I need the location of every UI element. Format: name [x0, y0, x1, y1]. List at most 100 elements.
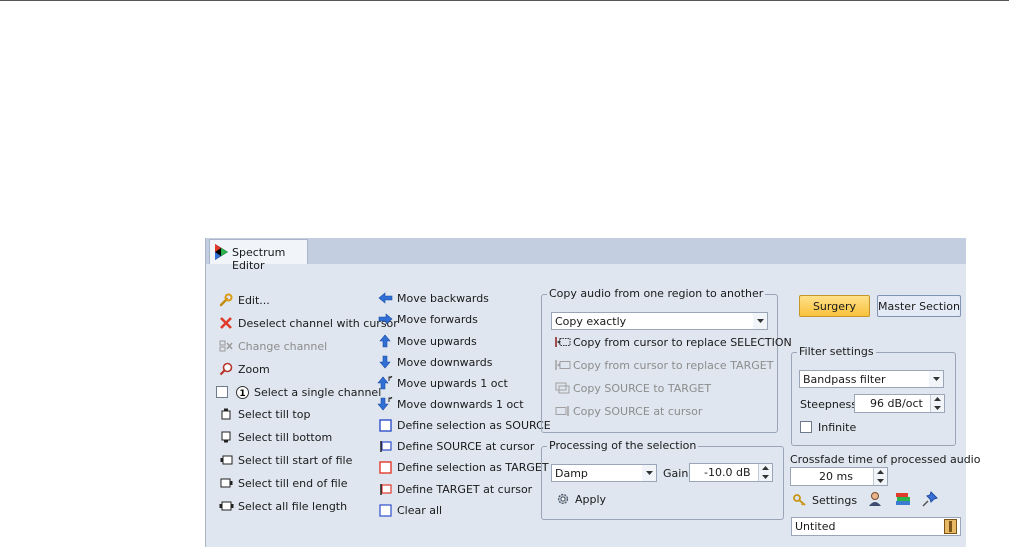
- define-source-button[interactable]: Define selection as SOURCE: [377, 416, 551, 434]
- copy-source-to-target-label: Copy SOURCE to TARGET: [573, 381, 712, 395]
- top-border: [0, 0, 1009, 1]
- spin-up-icon[interactable]: [762, 466, 769, 471]
- arrow-up-icon: [377, 333, 393, 349]
- clear-all-label: Clear all: [397, 503, 443, 517]
- user-icon[interactable]: [867, 491, 883, 510]
- select-top-label: Select till top: [238, 407, 311, 421]
- copy-source-target-icon: [555, 380, 571, 396]
- settings-label: Settings: [812, 493, 858, 507]
- processing-title: Processing of the selection: [547, 439, 699, 452]
- move-backwards-button[interactable]: Move backwards: [377, 289, 489, 307]
- spin-down-icon[interactable]: [934, 405, 941, 410]
- infinite-checkbox[interactable]: Infinite: [800, 418, 856, 436]
- filter-type-select[interactable]: Bandpass filter: [799, 370, 944, 388]
- edit-label: Edit...: [238, 293, 270, 307]
- spin-down-icon[interactable]: [877, 478, 884, 483]
- wrench-icon: [218, 292, 234, 308]
- filter-settings-title: Filter settings: [797, 345, 876, 358]
- select-till-bottom-button[interactable]: Select till bottom: [218, 428, 332, 446]
- master-section-label: Master Section: [878, 299, 960, 313]
- spectrum-editor-logo-icon: [215, 244, 228, 260]
- copy-to-selection-button[interactable]: Copy from cursor to replace SELECTION: [555, 333, 792, 351]
- select-end-label: Select till end of file: [238, 476, 348, 490]
- surgery-label: Surgery: [812, 299, 857, 313]
- change-channel-icon: [218, 338, 234, 354]
- gain-spinner-buttons[interactable]: [758, 464, 772, 481]
- spin-down-icon[interactable]: [762, 474, 769, 479]
- apply-button[interactable]: Apply: [555, 490, 606, 508]
- move-upwards-octave-button[interactable]: Move upwards 1 oct: [377, 374, 508, 392]
- move-downwards-button[interactable]: Move downwards: [377, 353, 492, 371]
- move-downwards-octave-button[interactable]: Move downwards 1 oct: [377, 395, 524, 413]
- settings-button[interactable]: Settings: [792, 491, 857, 509]
- crossfade-spinner-buttons[interactable]: [873, 468, 887, 485]
- pin-icon[interactable]: [922, 491, 938, 510]
- select-bottom-label: Select till bottom: [238, 430, 333, 444]
- crossfade-spinner[interactable]: 20 ms: [790, 467, 888, 486]
- arrow-down-icon: [377, 354, 393, 370]
- processing-mode-select[interactable]: Damp: [551, 464, 657, 482]
- spin-up-icon[interactable]: [877, 470, 884, 475]
- edit-button[interactable]: Edit...: [218, 291, 270, 309]
- spectrum-editor-panel: Spectrum Editor Edit... Deselect channel…: [205, 238, 980, 547]
- change-channel-button[interactable]: Change channel: [218, 337, 327, 355]
- move-forwards-button[interactable]: Move forwards: [377, 310, 478, 328]
- spin-up-icon[interactable]: [934, 397, 941, 402]
- move-upwards-octave-label: Move upwards 1 oct: [397, 376, 508, 390]
- target-region-icon: [377, 459, 393, 475]
- source-region-icon: [377, 417, 393, 433]
- define-source-cursor-label: Define SOURCE at cursor: [397, 439, 535, 453]
- crossfade-label: Crossfade time of processed audio: [790, 453, 981, 466]
- select-till-start-button[interactable]: Select till start of file: [218, 451, 352, 469]
- books-icon[interactable]: [895, 491, 911, 510]
- move-upwards-button[interactable]: Move upwards: [377, 332, 477, 350]
- move-backwards-label: Move backwards: [397, 291, 489, 305]
- gain-label: Gain: [663, 467, 689, 480]
- zoom-button[interactable]: Zoom: [218, 360, 270, 378]
- copy-mode-select[interactable]: Copy exactly: [551, 312, 768, 330]
- move-upwards-label: Move upwards: [397, 334, 477, 348]
- crossfade-value: 20 ms: [819, 470, 853, 483]
- cog-icon: [555, 491, 571, 507]
- gain-spinner[interactable]: -10.0 dB: [689, 463, 773, 482]
- copy-source-to-target-button[interactable]: Copy SOURCE to TARGET: [555, 379, 711, 397]
- define-source-cursor-button[interactable]: Define SOURCE at cursor: [377, 437, 534, 455]
- deselect-channel-button[interactable]: Deselect channel with cursor: [218, 314, 398, 332]
- steepness-spinner-buttons[interactable]: [930, 395, 944, 412]
- chevron-down-icon: [929, 371, 943, 387]
- filter-settings-group: Filter settings Bandpass filter Steepnes…: [791, 345, 956, 446]
- tab-strip: Spectrum Editor: [206, 238, 966, 272]
- copy-mode-value: Copy exactly: [555, 315, 627, 328]
- select-all-length-button[interactable]: Select all file length: [218, 497, 347, 515]
- define-target-button[interactable]: Define selection as TARGET: [377, 458, 549, 476]
- surgery-button[interactable]: Surgery: [799, 295, 870, 317]
- define-target-cursor-button[interactable]: Define TARGET at cursor: [377, 480, 532, 498]
- copy-source-at-cursor-button[interactable]: Copy SOURCE at cursor: [555, 402, 702, 420]
- tab-spectrum-editor[interactable]: Spectrum Editor: [209, 239, 308, 272]
- preset-name-field[interactable]: Untited: [791, 517, 961, 536]
- infinite-check[interactable]: [800, 421, 812, 433]
- chevron-down-icon: [642, 465, 656, 481]
- arrow-down-octave-icon: [377, 396, 393, 412]
- copy-to-target-label: Copy from cursor to replace TARGET: [573, 358, 774, 372]
- source-cursor-icon: [377, 438, 393, 454]
- single-channel-check[interactable]: [216, 386, 228, 398]
- key-icon: [792, 492, 808, 508]
- clear-all-button[interactable]: Clear all: [377, 501, 442, 519]
- select-start-label: Select till start of file: [238, 453, 353, 467]
- copy-to-target-button[interactable]: Copy from cursor to replace TARGET: [555, 356, 773, 374]
- select-single-label: Select a single channel: [254, 385, 382, 399]
- select-single-channel-checkbox[interactable]: 1 Select a single channel: [216, 383, 381, 401]
- processing-group: Processing of the selection Damp Gain -1…: [541, 439, 784, 520]
- copy-selection-icon: [555, 334, 571, 350]
- select-till-top-button[interactable]: Select till top: [218, 405, 310, 423]
- define-source-label: Define selection as SOURCE: [397, 418, 551, 432]
- copy-target-icon: [555, 357, 571, 373]
- master-section-button[interactable]: Master Section: [877, 295, 961, 317]
- select-till-end-button[interactable]: Select till end of file: [218, 474, 347, 492]
- move-downwards-octave-label: Move downwards 1 oct: [397, 397, 524, 411]
- processing-mode-value: Damp: [555, 467, 588, 480]
- define-target-cursor-label: Define TARGET at cursor: [397, 482, 533, 496]
- steepness-spinner[interactable]: 96 dB/oct: [854, 394, 945, 413]
- library-icon[interactable]: [944, 519, 957, 537]
